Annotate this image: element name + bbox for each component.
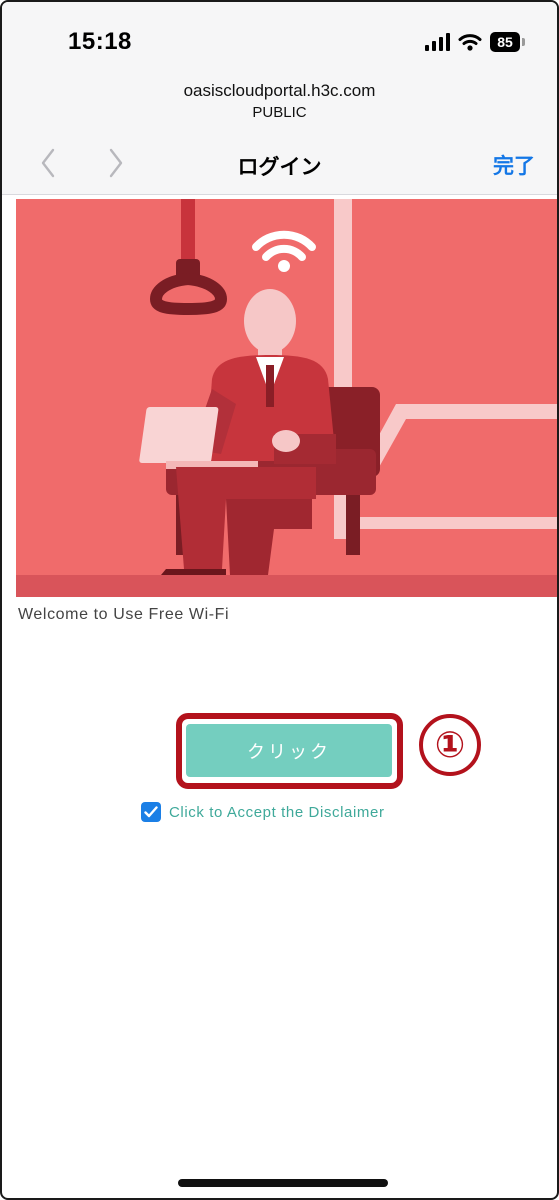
navigation-bar: ログイン 完了 — [2, 137, 557, 193]
chevron-left-icon — [41, 148, 55, 178]
hero-illustration — [16, 199, 557, 597]
checkbox-checked-icon[interactable] — [141, 802, 161, 822]
wifi-icon — [458, 33, 482, 51]
connect-button[interactable]: クリック — [186, 724, 392, 777]
signal-bars-icon — [425, 33, 450, 51]
url-block: oasiscloudportal.h3c.com PUBLIC — [2, 80, 557, 124]
disclaimer-row[interactable]: Click to Accept the Disclaimer — [141, 802, 385, 822]
page-title: ログイン — [237, 156, 322, 179]
browser-chrome: 15:18 85 oasiscloudportal.h3c.com PUBLIC… — [2, 2, 557, 195]
phone-screen: 15:18 85 oasiscloudportal.h3c.com PUBLIC… — [0, 0, 559, 1200]
step-marker: ① — [419, 714, 481, 776]
done-button[interactable]: 完了 — [493, 150, 535, 180]
home-indicator[interactable] — [178, 1179, 388, 1187]
status-icons: 85 — [425, 30, 525, 54]
network-name: PUBLIC — [252, 104, 307, 121]
back-button[interactable] — [30, 143, 66, 183]
welcome-message: Welcome to Use Free Wi-Fi — [18, 606, 230, 623]
page-domain: oasiscloudportal.h3c.com — [183, 81, 376, 100]
forward-button[interactable] — [98, 143, 134, 183]
disclaimer-label[interactable]: Click to Accept the Disclaimer — [169, 804, 385, 821]
status-bar: 15:18 85 — [2, 2, 557, 72]
chevron-right-icon — [109, 148, 123, 178]
status-time: 15:18 — [68, 28, 132, 55]
battery-level: 85 — [490, 32, 520, 52]
battery-icon: 85 — [490, 32, 525, 52]
